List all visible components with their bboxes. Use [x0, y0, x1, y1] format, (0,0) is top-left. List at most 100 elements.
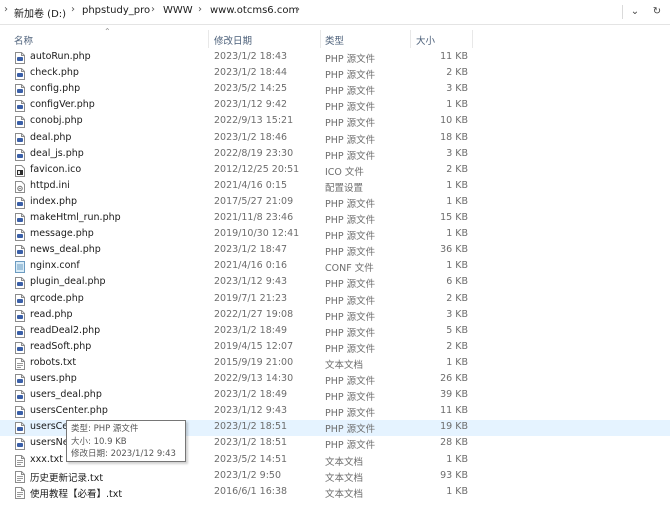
file-row[interactable]: 历史更新记录.txt 2023/1/2 9:50 文本文档 93 KB [0, 469, 670, 485]
file-tooltip: 类型: PHP 源文件 大小: 10.9 KB 修改日期: 2023/1/12 … [66, 420, 186, 462]
tooltip-date: 修改日期: 2023/1/12 9:43 [71, 449, 176, 459]
column-resize-handle[interactable] [472, 30, 473, 48]
file-name: favicon.ico [30, 163, 82, 175]
file-row[interactable]: robots.txt 2015/9/19 21:00 文本文档 1 KB [0, 356, 670, 372]
column-resize-handle[interactable] [320, 30, 321, 48]
file-date: 2023/1/2 18:49 [214, 389, 288, 401]
php-file-icon [15, 100, 25, 113]
file-name: users.php [30, 373, 77, 384]
file-date: 2017/5/27 21:09 [214, 195, 294, 207]
file-type: PHP 源文件 [325, 70, 376, 82]
file-date: 2019/7/1 21:23 [214, 292, 288, 304]
php-file-icon [15, 196, 25, 209]
file-type: PHP 源文件 [325, 102, 376, 114]
refresh-icon[interactable]: ↻ [648, 3, 666, 21]
tooltip-size: 大小: 10.9 KB [71, 436, 127, 447]
file-name: xxx.txt [30, 453, 63, 465]
file-row[interactable]: usersCenter.php 2023/1/12 9:43 PHP 源文件 11 K… [0, 404, 670, 420]
file-date: 2022/9/13 15:21 [214, 115, 294, 127]
file-type: CONF 文件 [325, 263, 374, 275]
breadcrumb-www[interactable]: WWW [163, 5, 193, 16]
file-row[interactable]: qrcode.php 2019/7/1 21:23 PHP 源文件 2 KB [0, 292, 670, 308]
file-type: 配置设置 [325, 182, 364, 194]
php-file-icon [15, 116, 25, 129]
file-date: 2023/5/2 14:25 [214, 83, 288, 95]
file-row[interactable]: conobj.php 2022/9/13 15:21 PHP 源文件 10 KB [0, 114, 670, 130]
file-type: PHP 源文件 [325, 118, 376, 130]
file-name: deal_js.php [30, 147, 84, 159]
file-size: 1 KB [446, 356, 468, 368]
file-type: PHP 源文件 [325, 440, 376, 452]
column-resize-handle[interactable] [410, 30, 411, 48]
file-type: PHP 源文件 [325, 424, 376, 436]
file-size: 1 KB [446, 179, 468, 191]
php-file-icon [15, 213, 25, 225]
file-row[interactable]: message.php 2019/10/30 12:41 PHP 源文件 1 KB [0, 227, 670, 243]
file-date: 2015/9/19 21:00 [214, 356, 294, 368]
history-dropdown-icon[interactable]: ⌄ [626, 3, 644, 21]
text-file-icon [15, 357, 25, 370]
file-row[interactable]: nginx.conf 2021/4/16 0:16 CONF 文件 1 KB [0, 259, 670, 275]
file-row[interactable]: configVer.php 2023/1/12 9:42 PHP 源文件 1 KB [0, 98, 670, 114]
file-size: 2 KB [446, 163, 468, 175]
file-size: 11 KB [440, 405, 468, 417]
file-type: ICO 文件 [325, 166, 364, 178]
php-file-icon [15, 52, 25, 64]
address-bar[interactable]: › 新加卷 (D:) › phpstudy_pro › WWW › www.ot… [0, 0, 670, 25]
file-name: conobj.php [30, 115, 83, 127]
file-name: makeHtml_run.php [30, 212, 121, 223]
breadcrumb-separator: › [198, 4, 202, 15]
file-row[interactable]: httpd.ini 2021/4/16 0:15 配置设置 1 KB [0, 179, 670, 195]
file-type: PHP 源文件 [325, 86, 376, 98]
file-size: 28 KB [440, 437, 468, 449]
file-name: config.php [30, 83, 81, 95]
file-row[interactable]: deal.php 2023/1/2 18:46 PHP 源文件 18 KB [0, 131, 670, 147]
file-row[interactable]: readDeal2.php 2023/1/2 18:49 PHP 源文件 5 KB [0, 324, 670, 340]
php-file-icon [15, 229, 25, 242]
file-row[interactable]: users.php 2022/9/13 14:30 PHP 源文件 26 KB [0, 372, 670, 388]
file-size: 1 KB [446, 453, 468, 465]
breadcrumb-separator: › [296, 4, 300, 15]
column-size[interactable]: 大小 [416, 33, 435, 47]
breadcrumb-site[interactable]: www.otcms6.com [210, 5, 298, 16]
file-date: 2016/6/1 16:38 [214, 485, 288, 497]
text-file-icon [15, 470, 25, 483]
file-date: 2019/4/15 12:07 [214, 340, 294, 352]
php-file-icon [15, 68, 25, 81]
file-row[interactable]: plugin_deal.php 2023/1/12 9:43 PHP 源文件 6 KB [0, 275, 670, 291]
file-size: 3 KB [446, 147, 468, 159]
breadcrumb-drive[interactable]: 新加卷 (D:) [14, 5, 66, 20]
file-date: 2023/5/2 14:51 [214, 453, 288, 465]
file-row[interactable]: index.php 2017/5/27 21:09 PHP 源文件 1 KB [0, 195, 670, 211]
file-row[interactable]: users_deal.php 2023/1/2 18:49 PHP 源文件 39 KB [0, 388, 670, 404]
file-date: 2012/12/25 20:51 [214, 163, 300, 175]
php-file-icon [15, 374, 25, 386]
column-type[interactable]: 类型 [325, 33, 344, 47]
file-date: 2023/1/2 18:51 [214, 437, 288, 449]
file-type: 文本文档 [325, 359, 364, 371]
file-row[interactable]: read.php 2022/1/27 19:08 PHP 源文件 3 KB [0, 308, 670, 324]
file-row[interactable]: makeHtml_run.php 2021/11/8 23:46 PHP 源文件 15… [0, 211, 670, 227]
column-resize-handle[interactable] [208, 30, 209, 48]
column-name[interactable]: 名称 [14, 33, 33, 47]
file-row[interactable]: config.php 2023/5/2 14:25 PHP 源文件 3 KB [0, 82, 670, 98]
file-row[interactable]: check.php 2023/1/2 18:44 PHP 源文件 2 KB [0, 66, 670, 82]
file-row[interactable]: deal_js.php 2022/8/19 23:30 PHP 源文件 3 KB [0, 147, 670, 163]
file-row[interactable]: news_deal.php 2023/1/2 18:47 PHP 源文件 36 KB [0, 243, 670, 259]
file-name: index.php [30, 195, 78, 207]
file-date: 2019/10/30 12:41 [214, 228, 300, 240]
file-name: readDeal2.php [30, 324, 101, 336]
breadcrumb-separator: › [71, 4, 75, 15]
php-file-icon [15, 293, 25, 306]
file-date: 2021/4/16 0:16 [214, 260, 288, 272]
conf-file-icon [15, 261, 25, 274]
file-row[interactable]: readSoft.php 2019/4/15 12:07 PHP 源文件 2 KB [0, 340, 670, 356]
file-row[interactable]: autoRun.php 2023/1/2 18:43 PHP 源文件 11 KB [0, 50, 670, 66]
file-row[interactable]: favicon.ico 2012/12/25 20:51 ICO 文件 2 KB [0, 163, 670, 179]
file-size: 10 KB [440, 115, 468, 127]
settings-file-icon [15, 180, 25, 193]
breadcrumb-phpstudy[interactable]: phpstudy_pro [82, 5, 150, 16]
file-row[interactable]: 使用教程【必看】.txt 2016/6/1 16:38 文本文档 1 KB [0, 485, 670, 501]
php-file-icon [15, 245, 25, 258]
column-date[interactable]: 修改日期 [214, 33, 252, 47]
